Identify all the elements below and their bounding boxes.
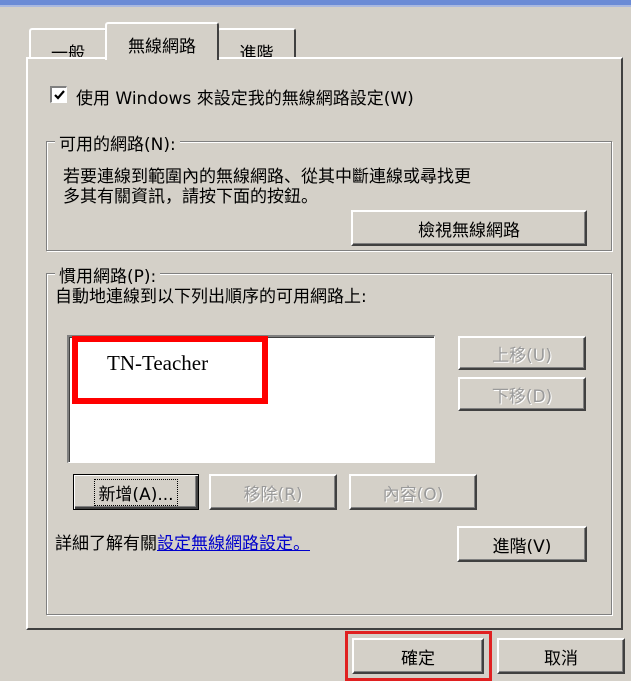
remove-network-button[interactable]: 移除(R) [209, 474, 337, 510]
use-windows-checkbox[interactable] [50, 86, 67, 103]
highlight-box-ok [345, 631, 492, 681]
highlight-box-tn-teacher [72, 336, 268, 404]
view-wireless-networks-label: 檢視無線網路 [418, 220, 520, 241]
tab-wireless-networks[interactable]: 無線網路 [105, 22, 219, 60]
advanced-button[interactable]: 進階(V) [457, 526, 587, 562]
move-down-label: 下移(D) [491, 386, 553, 407]
cancel-button-label: 取消 [544, 648, 578, 669]
tab-general[interactable]: 一般 [29, 28, 107, 64]
learn-more-prefix: 詳細了解有關 [55, 534, 157, 554]
cancel-button[interactable]: 取消 [497, 638, 625, 674]
move-up-label: 上移(U) [492, 345, 552, 366]
preferred-networks-group: 慣用網路(P): 自動地連線到以下列出順序的可用網路上: TN-Teacher … [46, 262, 612, 615]
configure-wireless-settings-link[interactable]: 設定無線網路設定。 [157, 534, 310, 554]
use-windows-checkbox-label[interactable]: 使用 Windows 來設定我的無線網路設定(W) [76, 84, 414, 109]
window-title-edge-shadow [0, 5, 631, 7]
checkmark-icon [54, 90, 65, 100]
add-network-label: 新增(A)... [94, 478, 178, 506]
wireless-networks-panel: 使用 Windows 來設定我的無線網路設定(W) 可用的網路(N): 若要連線… [26, 57, 623, 630]
preferred-networks-description: 自動地連線到以下列出順序的可用網路上: [55, 287, 367, 307]
add-network-button[interactable]: 新增(A)... [73, 474, 199, 510]
tab-advanced[interactable]: 進階 [217, 28, 296, 64]
remove-network-label: 移除(R) [243, 484, 303, 505]
available-networks-group: 可用的網路(N): 若要連線到範圍內的無線網路、從其中斷連線或尋找更 多其有關資… [46, 130, 612, 251]
available-networks-description-line2: 多其有關資訊，請按下面的按鈕。 [63, 187, 318, 207]
properties-label: 內容(O) [382, 484, 444, 505]
tab-wireless-networks-label: 無線網路 [128, 37, 196, 57]
view-wireless-networks-button[interactable]: 檢視無線網路 [351, 210, 587, 246]
move-up-button[interactable]: 上移(U) [458, 336, 586, 370]
available-networks-legend: 可用的網路(N): [55, 130, 180, 155]
learn-more-text: 詳細了解有關設定無線網路設定。 [55, 529, 310, 554]
advanced-button-label: 進階(V) [492, 536, 552, 557]
move-down-button[interactable]: 下移(D) [458, 377, 586, 411]
properties-button[interactable]: 內容(O) [349, 474, 477, 510]
